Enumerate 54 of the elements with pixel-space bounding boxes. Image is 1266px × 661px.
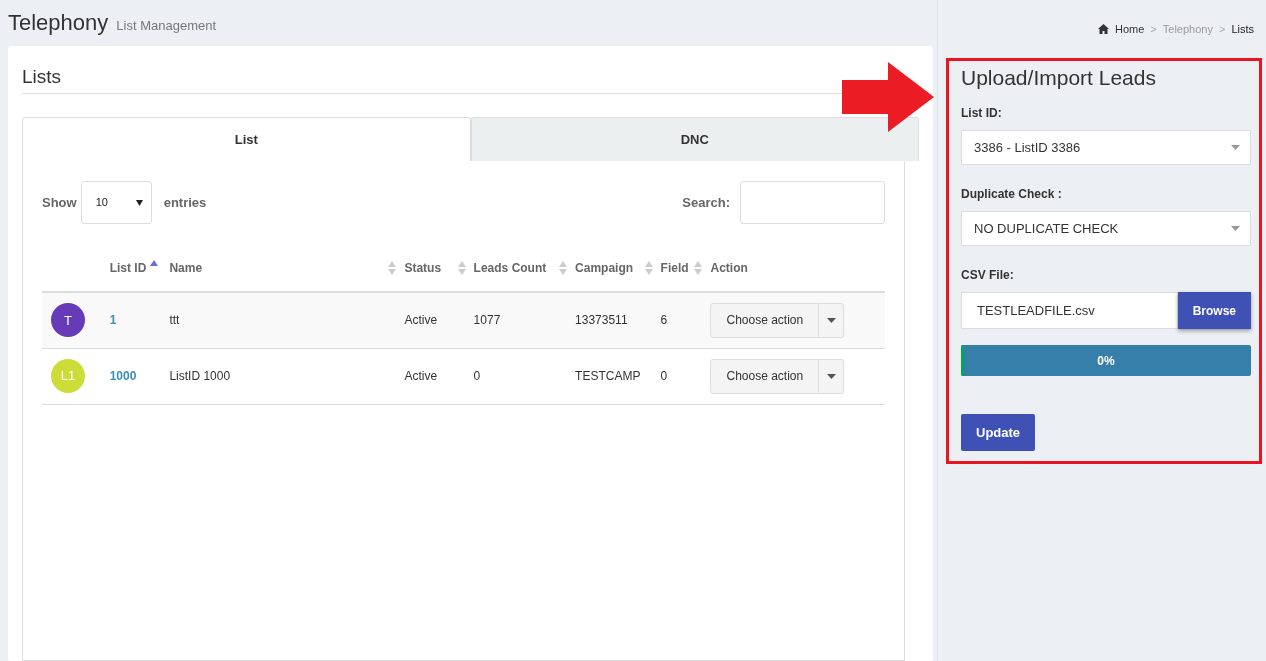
column-header[interactable]: Leads Count [473,258,547,277]
table-cell: ListID 1000 [169,369,231,383]
page-subtitle: List Management [116,17,217,36]
tab[interactable]: List [22,117,471,161]
caret-icon [826,317,836,323]
column-header[interactable]: List ID [109,258,147,277]
field-label: List ID: [961,105,1003,123]
action-dropdown-toggle[interactable] [819,302,845,338]
search-label: Search: [682,193,730,212]
table-cell: 0 [660,369,668,383]
caret-icon [826,373,836,379]
column-header[interactable]: Status [404,258,442,277]
table-cell: 6 [660,313,668,328]
choose-action-button[interactable]: Choose action [710,302,820,338]
browse-button[interactable]: Browse [1177,292,1251,330]
file-name-field[interactable]: TESTLEADFILE.csv [961,292,1178,330]
choose-action-button[interactable]: Choose action [710,358,820,394]
breadcrumb-separator: > [1218,21,1226,37]
home-icon [1098,24,1109,34]
table-cell: 1077 [473,313,501,328]
search-field[interactable] [740,181,885,224]
caret-icon [1231,145,1240,151]
table-cell: 13373511 [575,313,628,328]
page-length-select[interactable]: 10 [80,181,152,224]
column-header[interactable]: Campaign [575,258,634,277]
list-id-select[interactable]: 3386 - ListID 3386 [961,130,1251,166]
table-cell: 0 [473,369,481,383]
tab[interactable]: DNC [470,117,919,161]
avatar-circle: L1 [51,359,85,393]
caret-icon [1231,226,1240,232]
avatar-circle: T [51,303,85,338]
field-label: Duplicate Check : [961,186,1063,204]
action-dropdown-toggle[interactable] [819,358,845,394]
update-button[interactable]: Update [961,414,1036,452]
table-cell: Active [404,313,438,328]
table-cell: TESTCAMP [575,369,641,383]
show-label: Show [42,193,77,212]
list-id-link[interactable]: 1000 [109,369,137,383]
column-header[interactable]: Name [169,258,203,277]
breadcrumb-separator: > [1150,21,1157,37]
page-title: Telephony [8,9,109,37]
list-id-link[interactable]: 1 [109,313,117,328]
table-cell: Active [404,369,438,383]
column-header: Action [710,259,748,277]
progress-reading: 0% [1096,352,1116,370]
table-cell: ttt [169,313,180,328]
duplicate-check-select[interactable]: NO DUPLICATE CHECK [961,211,1251,247]
entries-label: entries [163,193,207,212]
column-header[interactable]: Field [660,258,689,277]
breadcrumb-item[interactable]: Home [1115,20,1145,38]
breadcrumb-item: Lists [1231,21,1254,37]
caret-icon [135,199,143,206]
field-label: CSV File: [961,267,1015,285]
upload-title: Upload/Import Leads [961,65,1157,91]
